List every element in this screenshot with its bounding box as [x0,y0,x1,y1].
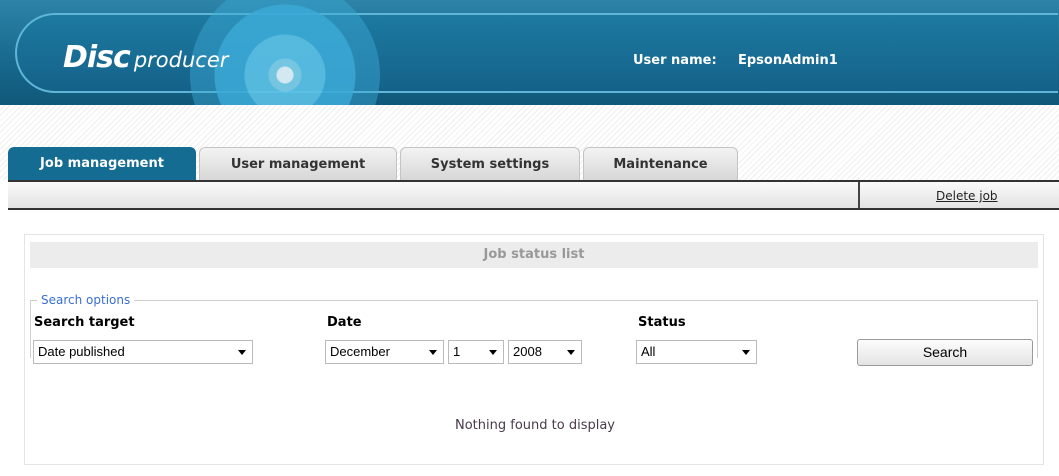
date-month-value: December [330,344,390,359]
search-button[interactable]: Search [857,339,1033,366]
date-month-select[interactable]: December [325,340,444,364]
date-year-value: 2008 [513,344,542,359]
chevron-down-icon [429,350,437,355]
status-label: Status [638,315,686,330]
status-value: All [641,344,656,359]
toolbar-divider [858,182,860,208]
chevron-down-icon [742,350,750,355]
date-label: Date [327,315,362,330]
logo-disc-text: Disc [63,40,131,75]
tab-user-management[interactable]: User management [199,147,397,180]
app-logo: Disc producer [63,40,228,75]
search-target-value: Date published [38,344,125,359]
date-day-value: 1 [453,344,461,359]
panel-title: Job status list [30,242,1038,268]
job-status-panel: Job status list Search options Search ta… [24,234,1044,465]
logo-producer-text: producer [133,48,229,72]
search-target-select[interactable]: Date published [33,340,253,364]
tab-job-management[interactable]: Job management [8,147,196,180]
tab-system-settings[interactable]: System settings [400,147,580,180]
user-name-value: EpsonAdmin1 [738,53,838,68]
header-banner: Disc producer User name: EpsonAdmin1 [0,0,1059,170]
empty-result-message: Nothing found to display [455,418,615,433]
chevron-down-icon [489,350,497,355]
date-day-select[interactable]: 1 [448,340,504,364]
tab-maintenance[interactable]: Maintenance [583,147,738,180]
date-year-select[interactable]: 2008 [508,340,582,364]
delete-job-link[interactable]: Delete job [936,189,998,203]
search-options-legend: Search options [37,293,135,307]
search-target-label: Search target [34,315,135,330]
chevron-down-icon [238,350,246,355]
user-name-label: User name: [633,53,717,68]
chevron-down-icon [567,350,575,355]
status-select[interactable]: All [636,340,757,364]
action-toolbar: Delete job [8,180,1059,210]
